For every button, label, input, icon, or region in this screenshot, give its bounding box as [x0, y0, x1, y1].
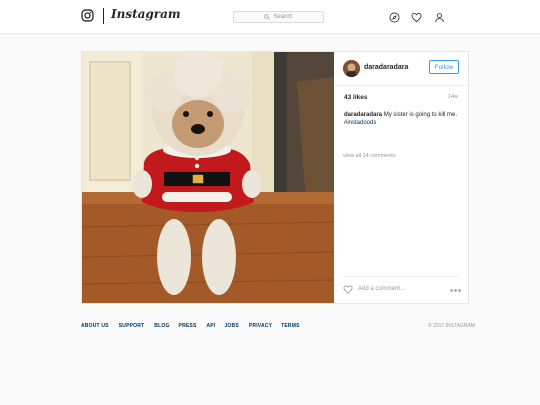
post-header: daradaradara Follow — [334, 52, 468, 86]
view-all-comments-link[interactable]: view all 14 comments — [343, 153, 396, 159]
avatar[interactable] — [343, 60, 360, 77]
footer-link-support[interactable]: SUPPORT — [119, 323, 145, 329]
heart-icon[interactable] — [411, 12, 422, 23]
more-dots-icon[interactable] — [450, 289, 461, 292]
footer-link-press[interactable]: PRESS — [179, 323, 197, 329]
instagram-glyph-icon[interactable] — [81, 9, 94, 22]
comment-bar: Add a comment... — [343, 276, 461, 296]
follow-button[interactable]: Follow — [429, 60, 459, 74]
post-sidebar: daradaradara Follow 43 likes 14w daradar… — [334, 52, 468, 303]
copyright: © 2017 INSTAGRAM — [428, 323, 475, 329]
caption-username[interactable]: daradaradara — [344, 112, 382, 118]
footer-link-about[interactable]: ABOUT US — [81, 323, 109, 329]
post-caption: daradaradara My sister is going to kill … — [344, 111, 464, 127]
person-icon[interactable] — [434, 12, 445, 23]
add-comment-input[interactable]: Add a comment... — [358, 286, 405, 292]
avatar-image — [343, 60, 360, 77]
compass-icon[interactable] — [389, 12, 400, 23]
footer-link-jobs[interactable]: JOBS — [224, 323, 238, 329]
footer-link-privacy[interactable]: PRIVACY — [249, 323, 272, 329]
footer-link-blog[interactable]: BLOG — [154, 323, 169, 329]
like-heart-icon[interactable] — [343, 285, 353, 294]
post-photo[interactable] — [82, 52, 334, 303]
likes-count[interactable]: 43 likes — [344, 94, 368, 101]
post-card: daradaradara Follow 43 likes 14w daradar… — [81, 51, 469, 304]
footer-link-api[interactable]: API — [207, 323, 216, 329]
dog-in-santa-suit-image — [82, 52, 334, 303]
search-placeholder: Search — [273, 14, 293, 20]
post-time[interactable]: 14w — [448, 94, 458, 100]
top-navigation-bar: Instagram Search — [0, 0, 540, 34]
caption-text: My sister is going to kill me. — [383, 112, 458, 118]
footer-link-terms[interactable]: TERMS — [281, 323, 300, 329]
search-input[interactable]: Search — [233, 11, 324, 23]
caption-hashtag[interactable]: #instadoods — [344, 119, 464, 127]
search-icon — [264, 14, 271, 20]
footer-links: ABOUT US SUPPORT BLOG PRESS API JOBS PRI… — [81, 323, 300, 329]
instagram-wordmark[interactable]: Instagram — [111, 7, 181, 21]
post-username[interactable]: daradaradara — [364, 64, 408, 71]
logo-separator — [103, 8, 104, 24]
